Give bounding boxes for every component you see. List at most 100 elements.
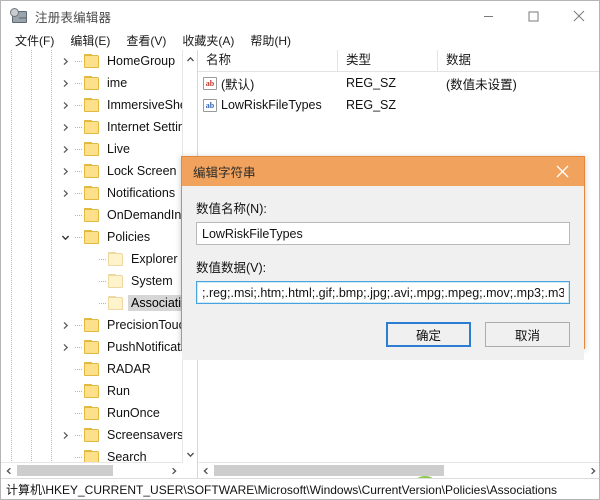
tree-item-ondemandinterfa[interactable]: OnDemandInterfa	[1, 204, 182, 226]
tree-item-label: RADAR	[107, 362, 151, 376]
tree-item-label: RunOnce	[107, 406, 160, 420]
tree-item-label: HomeGroup	[107, 54, 176, 68]
folder-icon	[83, 406, 99, 420]
minimize-button[interactable]	[466, 1, 511, 31]
tree-item-immersiveshell[interactable]: ImmersiveShell	[1, 94, 182, 116]
tree-item-notifications[interactable]: Notifications	[1, 182, 182, 204]
table-row[interactable]: ab (默认) REG_SZ (数值未设置)	[198, 72, 599, 94]
tree-item-pushnotifications[interactable]: PushNotifications	[1, 336, 182, 358]
menu-bar: 文件(F) 编辑(E) 查看(V) 收藏夹(A) 帮助(H)	[1, 31, 599, 51]
list-horizontal-scrollbar[interactable]	[198, 462, 599, 478]
tree-item-label: System	[131, 274, 173, 288]
menu-view[interactable]: 查看(V)	[118, 31, 174, 51]
tree-item-search[interactable]: Search	[1, 446, 182, 462]
tree-item-precisiontouchpa[interactable]: PrecisionTouchPa	[1, 314, 182, 336]
folder-icon	[83, 208, 99, 222]
ok-button[interactable]: 确定	[386, 322, 471, 347]
chevron-right-icon[interactable]	[57, 72, 73, 94]
folder-icon	[83, 76, 99, 90]
registry-tree[interactable]: HomeGroup ime ImmersiveShell Internet Setti…	[1, 50, 182, 462]
tree-connector	[73, 50, 83, 72]
tree-item-policies[interactable]: Policies	[1, 226, 182, 248]
cell-type: REG_SZ	[346, 98, 397, 112]
list-hscroll-thumb[interactable]	[214, 465, 444, 476]
folder-icon	[83, 318, 99, 332]
tree-item-ime[interactable]: ime	[1, 72, 182, 94]
maximize-button[interactable]	[511, 1, 556, 31]
folder-icon	[107, 296, 123, 310]
tree-item-explorer[interactable]: Explorer	[1, 248, 182, 270]
tree-item-run[interactable]: Run	[1, 380, 182, 402]
chevron-right-icon[interactable]	[166, 463, 182, 478]
tree-connector	[73, 204, 83, 226]
folder-icon	[83, 362, 99, 376]
column-header-data[interactable]: 数据	[438, 50, 599, 71]
tree-item-label: Notifications	[107, 186, 176, 200]
tree-item-label: ImmersiveShell	[107, 98, 182, 112]
edit-string-dialog: 编辑字符串 数值名称(N): 数值数据(V): 确定 取消	[181, 156, 585, 360]
list-header: 名称 类型 数据	[198, 50, 599, 72]
tree-item-screensavers[interactable]: Screensavers	[1, 424, 182, 446]
window-title: 注册表编辑器	[35, 10, 112, 25]
title-bar: 注册表编辑器	[1, 1, 599, 31]
close-icon[interactable]	[540, 157, 584, 186]
dialog-buttons: 确定 取消	[386, 322, 570, 347]
folder-icon	[83, 186, 99, 200]
chevron-right-icon[interactable]	[57, 336, 73, 358]
ab-string-icon: ab	[203, 98, 217, 112]
value-name-input[interactable]	[196, 222, 570, 245]
value-data-input[interactable]	[196, 281, 570, 304]
tree-horizontal-scrollbar[interactable]	[1, 462, 182, 478]
chevron-right-icon[interactable]	[57, 182, 73, 204]
chevron-right-icon[interactable]	[57, 94, 73, 116]
menu-help[interactable]: 帮助(H)	[242, 31, 299, 51]
status-bar: 计算机\HKEY_CURRENT_USER\SOFTWARE\Microsoft…	[1, 478, 599, 499]
tree-item-label: OnDemandInterfa	[107, 208, 182, 222]
list-rows: ab (默认) REG_SZ (数值未设置) ab LowRiskFileTypes REG…	[198, 72, 599, 116]
menu-file[interactable]: 文件(F)	[7, 31, 62, 51]
tree-item-system[interactable]: System	[1, 270, 182, 292]
tree-item-runonce[interactable]: RunOnce	[1, 402, 182, 424]
tree-item-homegroup[interactable]: HomeGroup	[1, 50, 182, 72]
tree-connector	[97, 248, 107, 270]
chevron-right-icon[interactable]	[585, 463, 599, 478]
tree-connector	[73, 94, 83, 116]
chevron-left-icon[interactable]	[198, 463, 214, 478]
tree-connector	[73, 314, 83, 336]
close-button[interactable]	[556, 1, 599, 31]
tree-item-associations[interactable]: Associations	[1, 292, 182, 314]
column-header-type[interactable]: 类型	[338, 50, 438, 71]
tree-connector	[73, 336, 83, 358]
chevron-right-icon[interactable]	[57, 116, 73, 138]
chevron-down-icon[interactable]	[57, 226, 73, 248]
chevron-right-icon[interactable]	[57, 160, 73, 182]
cancel-button[interactable]: 取消	[485, 322, 570, 347]
tree-item-lock-screen[interactable]: Lock Screen	[1, 160, 182, 182]
cell-name: ab (默认)	[198, 74, 338, 93]
column-header-name[interactable]: 名称	[198, 50, 338, 71]
folder-icon	[83, 384, 99, 398]
chevron-right-icon[interactable]	[57, 138, 73, 160]
registry-tree-pane: HomeGroup ime ImmersiveShell Internet Setti…	[1, 50, 198, 478]
tree-item-radar[interactable]: RADAR	[1, 358, 182, 380]
tree-connector	[73, 446, 83, 462]
menu-edit[interactable]: 编辑(E)	[62, 31, 118, 51]
window-controls	[466, 1, 599, 31]
table-row[interactable]: ab LowRiskFileTypes REG_SZ	[198, 94, 599, 116]
tree-hscroll-thumb[interactable]	[17, 465, 113, 476]
ab-string-icon: ab	[203, 76, 217, 90]
status-path: 计算机\HKEY_CURRENT_USER\SOFTWARE\Microsoft…	[6, 482, 558, 497]
menu-favorites[interactable]: 收藏夹(A)	[174, 31, 242, 51]
chevron-right-icon[interactable]	[57, 50, 73, 72]
value-name-label: 数值名称(N):	[196, 202, 267, 216]
chevron-right-icon[interactable]	[57, 424, 73, 446]
chevron-up-icon[interactable]	[183, 51, 197, 67]
tree-item-live[interactable]: Live	[1, 138, 182, 160]
chevron-down-icon[interactable]	[183, 446, 197, 462]
chevron-right-icon[interactable]	[57, 314, 73, 336]
tree-item-internet-settings[interactable]: Internet Settings	[1, 116, 182, 138]
folder-icon	[83, 120, 99, 134]
chevron-left-icon[interactable]	[1, 463, 17, 478]
tree-item-label: Internet Settings	[107, 120, 182, 134]
